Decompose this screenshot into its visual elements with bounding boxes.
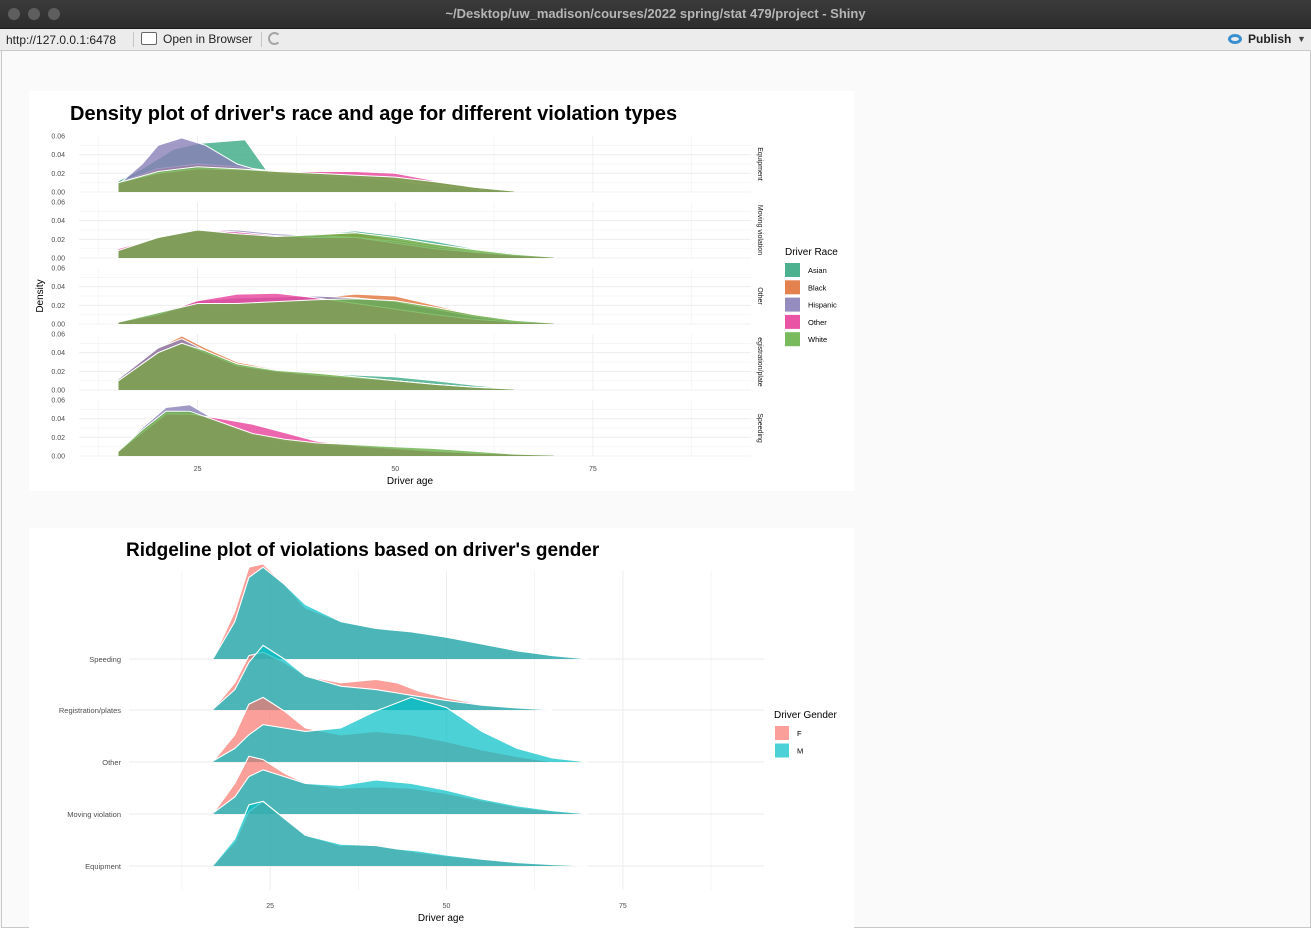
- legend-label-black: Black: [808, 283, 827, 292]
- toolbar-divider: [261, 32, 262, 47]
- open-in-browser-label: Open in Browser: [163, 32, 253, 46]
- ridgeline-y-category-label: Registration/plates: [59, 706, 121, 715]
- ridgeline-x-tick-label: 75: [619, 903, 627, 910]
- density-facet-strip-label: egistration/plate: [756, 337, 763, 387]
- legend-swatch-f: [775, 726, 789, 740]
- legend-label-f: F: [797, 729, 802, 738]
- density-x-tick-label: 25: [194, 466, 202, 473]
- legend-label-m: M: [797, 747, 803, 756]
- ridgeline-y-category-label: Moving violation: [67, 810, 121, 819]
- refresh-icon[interactable]: [268, 32, 281, 45]
- density-y-tick-label: 0.06: [51, 332, 65, 339]
- density-facet-strip-label: Equipment: [756, 147, 763, 181]
- url-label[interactable]: http://127.0.0.1:6478: [6, 33, 116, 47]
- density-facet-strip-label: Speeding: [756, 413, 763, 443]
- density-y-tick-label: 0.02: [51, 171, 65, 178]
- density-y-axis-label: Density: [35, 279, 46, 312]
- legend-label-hispanic: Hispanic: [808, 301, 837, 310]
- density-y-tick-label: 0.06: [51, 266, 65, 273]
- publish-menu-caret-icon[interactable]: ▼: [1297, 31, 1306, 48]
- legend-swatch-asian: [785, 263, 800, 277]
- density-y-tick-label: 0.02: [51, 237, 65, 244]
- density-y-tick-label: 0.02: [51, 303, 65, 310]
- density-y-tick-label: 0.02: [51, 435, 65, 442]
- density-legend-title: Driver Race: [785, 247, 838, 258]
- legend-swatch-hispanic: [785, 297, 800, 312]
- ridgeline-y-category-label: Speeding: [89, 655, 121, 664]
- toolbar-divider: [133, 32, 134, 47]
- ridgeline-x-tick-label: 25: [266, 903, 274, 910]
- publish-icon: [1228, 34, 1242, 44]
- ridgeline-y-category-label: Other: [102, 758, 121, 767]
- ridgeline-plot: Ridgeline plot of violations based on dr…: [29, 528, 854, 928]
- publish-button[interactable]: Publish: [1228, 31, 1291, 48]
- open-in-browser-button[interactable]: Open in Browser: [141, 31, 252, 48]
- legend-swatch-black: [785, 280, 800, 295]
- density-y-tick-label: 0.00: [51, 256, 65, 263]
- window-titlebar: ~/Desktop/uw_madison/courses/2022 spring…: [0, 0, 1311, 29]
- density-y-tick-label: 0.00: [51, 388, 65, 395]
- density-y-tick-label: 0.00: [51, 454, 65, 461]
- ridgeline-plot-title: Ridgeline plot of violations based on dr…: [126, 540, 600, 561]
- density-y-tick-label: 0.02: [51, 369, 65, 376]
- legend-label-asian: Asian: [808, 266, 827, 275]
- legend-swatch-white: [785, 332, 800, 347]
- density-y-tick-label: 0.04: [51, 152, 65, 159]
- density-y-tick-label: 0.06: [51, 200, 65, 207]
- density-y-tick-label: 0.04: [51, 416, 65, 423]
- density-y-tick-label: 0.06: [51, 134, 65, 141]
- legend-swatch-other: [785, 314, 800, 329]
- density-y-tick-label: 0.04: [51, 284, 65, 291]
- density-y-tick-label: 0.04: [51, 350, 65, 357]
- density-facet-strip-label: Moving violation: [756, 205, 763, 255]
- browser-window-icon: [141, 32, 157, 45]
- window-title: ~/Desktop/uw_madison/courses/2022 spring…: [445, 6, 866, 21]
- ridgeline-x-tick-label: 50: [443, 903, 451, 910]
- viewer-toolbar: http://127.0.0.1:6478 Open in Browser Pu…: [0, 29, 1311, 51]
- legend-label-white: White: [808, 335, 827, 344]
- density-plot-title: Density plot of driver's race and age fo…: [70, 103, 677, 125]
- ridgeline-legend-title: Driver Gender: [774, 710, 837, 721]
- density-x-tick-label: 50: [391, 466, 399, 473]
- publish-label: Publish: [1248, 32, 1292, 46]
- ridgeline-x-axis-label: Driver age: [418, 913, 465, 924]
- density-y-tick-label: 0.00: [51, 322, 65, 329]
- legend-swatch-m: [775, 743, 789, 758]
- legend-label-other: Other: [808, 318, 827, 327]
- density-plot: Density plot of driver's race and age fo…: [29, 91, 854, 491]
- ridgeline-y-category-label: Equipment: [85, 862, 122, 871]
- density-y-tick-label: 0.06: [51, 398, 65, 405]
- density-facet-strip-label: Other: [756, 287, 763, 305]
- density-x-axis-label: Driver age: [387, 476, 434, 487]
- density-y-tick-label: 0.04: [51, 218, 65, 225]
- density-x-tick-label: 75: [589, 466, 597, 473]
- density-y-tick-label: 0.00: [51, 190, 65, 197]
